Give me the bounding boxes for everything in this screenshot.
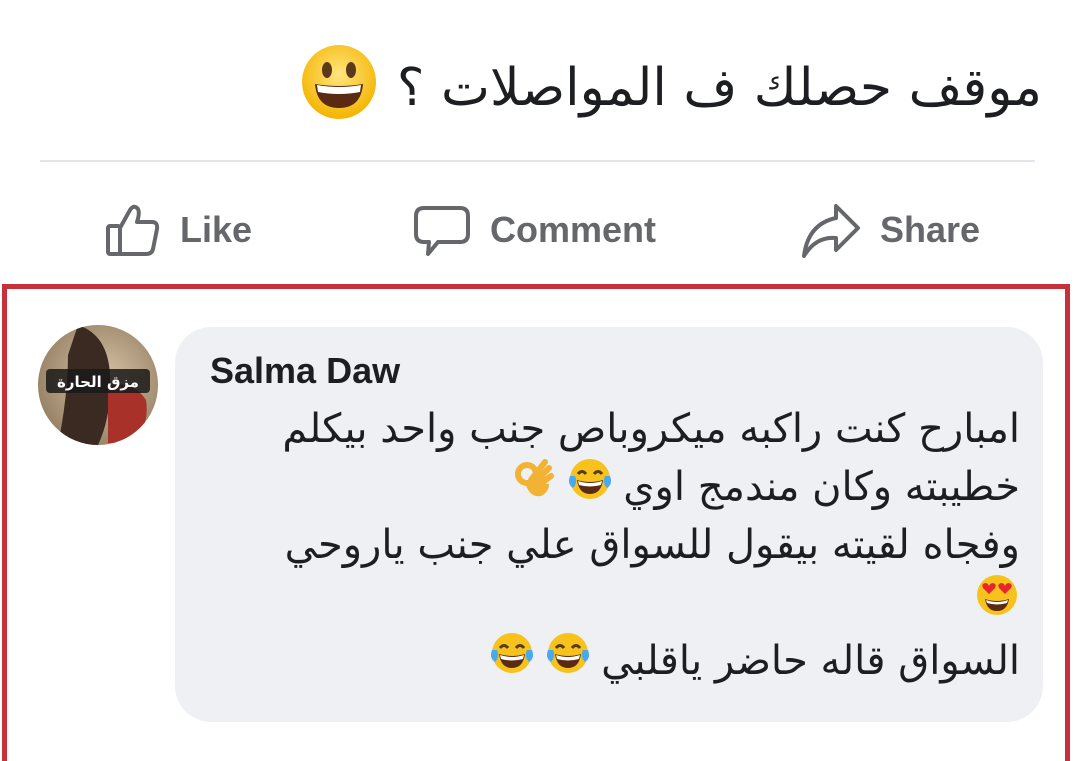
comment-line: خطيبته وكان مندمج اوي — [200, 458, 1020, 516]
comment-line-text: امبارح كنت راكبه ميكروباص جنب واحد بيكلم — [282, 406, 1020, 452]
like-label: Like — [180, 209, 253, 250]
post-actions: Like Comment Share — [0, 190, 1080, 270]
share-label: Share — [880, 209, 981, 250]
comment-text: امبارح كنت راكبه ميكروباص جنب واحد بيكلم… — [200, 400, 1020, 690]
like-button[interactable]: Like — [102, 190, 252, 270]
comment-line-text: وفجاه لقيته بيقول للسواق علي جنب ياروحي — [284, 522, 1020, 568]
divider — [40, 160, 1035, 162]
face-with-tears-of-joy-icon — [567, 456, 613, 518]
facebook-post: موقف حصلك ف المواصلات ؟ Like Comment Sha… — [0, 0, 1080, 761]
face-with-tears-of-joy-icon — [489, 630, 535, 692]
speech-bubble-icon — [412, 200, 472, 260]
share-button[interactable]: Share — [800, 190, 980, 270]
comment-line: وفجاه لقيته بيقول للسواق علي جنب ياروحي — [200, 516, 1020, 574]
comment-line-text: خطيبته وكان مندمج اوي — [623, 464, 1020, 510]
avatar[interactable]: مزق الحارة — [38, 325, 158, 445]
face-with-tears-of-joy-icon — [545, 630, 591, 692]
ok-hand-icon — [511, 456, 557, 518]
comment-line: امبارح كنت راكبه ميكروباص جنب واحد بيكلم — [200, 400, 1020, 458]
comment-line — [200, 574, 1020, 632]
avatar-badge: مزق الحارة — [57, 373, 139, 391]
comment-author[interactable]: Salma Daw — [210, 350, 400, 392]
smiling-face-with-heart-eyes-icon — [974, 572, 1020, 634]
comment-line: السواق قاله حاضر ياقلبي — [200, 632, 1020, 690]
share-arrow-icon — [800, 200, 862, 260]
comment-line-text: السواق قاله حاضر ياقلبي — [601, 638, 1020, 684]
grinning-face-icon — [299, 42, 379, 135]
post-text-row: موقف حصلك ف المواصلات ؟ — [38, 38, 1042, 138]
thumbs-up-icon — [102, 200, 162, 260]
comment-button[interactable]: Comment — [412, 190, 656, 270]
comment-label: Comment — [490, 209, 657, 250]
post-text: موقف حصلك ف المواصلات ؟ — [396, 58, 1042, 118]
